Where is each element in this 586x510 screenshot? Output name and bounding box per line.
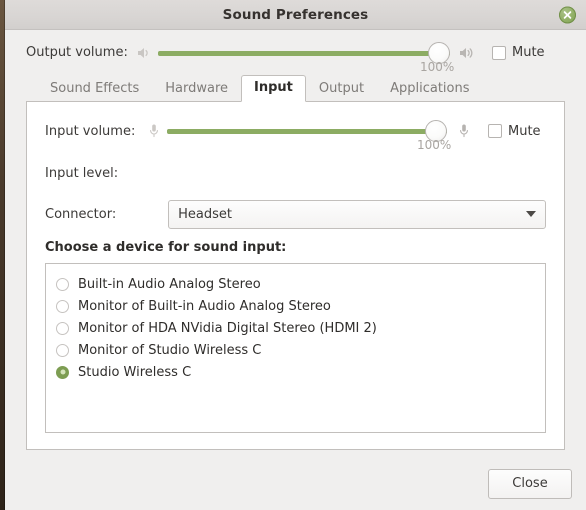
list-item[interactable]: Studio Wireless C xyxy=(46,361,545,383)
input-mute-checkbox[interactable]: Mute xyxy=(488,124,541,139)
list-item[interactable]: Monitor of Studio Wireless C xyxy=(46,339,545,361)
input-volume-label: Input volume: xyxy=(45,123,136,139)
window-title: Sound Preferences xyxy=(222,6,369,23)
device-radio-selected[interactable] xyxy=(56,365,69,379)
device-label: Studio Wireless C xyxy=(78,364,192,380)
device-list[interactable]: Built-in Audio Analog Stereo Monitor of … xyxy=(45,263,546,433)
window-content: Output volume: 100% Mute Sound Effects H… xyxy=(5,30,586,450)
sound-preferences-window: Sound Preferences Output volume: 100% Mu… xyxy=(5,0,586,510)
device-label: Built-in Audio Analog Stereo xyxy=(78,276,261,292)
close-button[interactable]: Close xyxy=(488,468,572,499)
output-mute-checkbox[interactable]: Mute xyxy=(492,45,545,60)
close-window-icon[interactable] xyxy=(559,6,576,23)
dialog-footer: Close xyxy=(5,457,586,510)
input-mute-checkbox-box[interactable] xyxy=(488,124,502,138)
device-radio[interactable] xyxy=(56,277,69,291)
microphone-high-icon xyxy=(453,123,475,139)
device-radio[interactable] xyxy=(56,321,69,335)
input-tab-panel: Input volume: 100% Mute Input level: Con… xyxy=(26,101,565,450)
list-item[interactable]: Monitor of HDA NVidia Digital Stereo (HD… xyxy=(46,317,545,339)
list-item[interactable]: Built-in Audio Analog Stereo xyxy=(46,273,545,295)
input-volume-percent: 100% xyxy=(417,138,452,152)
list-item[interactable]: Monitor of Built-in Audio Analog Stereo xyxy=(46,295,545,317)
tab-hardware[interactable]: Hardware xyxy=(152,76,241,102)
tab-bar: Sound Effects Hardware Input Output Appl… xyxy=(19,75,572,102)
output-volume-slider[interactable]: 100% xyxy=(158,38,454,74)
device-label: Monitor of Studio Wireless C xyxy=(78,342,262,358)
connector-label: Connector: xyxy=(45,206,117,222)
microphone-low-icon xyxy=(143,123,165,139)
tab-output[interactable]: Output xyxy=(306,76,377,102)
device-radio[interactable] xyxy=(56,343,69,357)
connector-selected-value: Headset xyxy=(178,206,232,222)
speaker-low-icon xyxy=(133,46,155,60)
input-level-label: Input level: xyxy=(45,165,119,181)
tab-applications[interactable]: Applications xyxy=(377,76,482,102)
input-mute-label: Mute xyxy=(508,123,541,139)
device-list-heading: Choose a device for sound input: xyxy=(45,240,287,255)
device-label: Monitor of Built-in Audio Analog Stereo xyxy=(78,298,331,314)
output-mute-checkbox-box[interactable] xyxy=(492,45,506,60)
device-radio[interactable] xyxy=(56,299,69,313)
tab-input[interactable]: Input xyxy=(241,75,306,102)
device-label: Monitor of HDA NVidia Digital Stereo (HD… xyxy=(78,320,377,336)
input-slider-fill xyxy=(167,129,447,134)
input-volume-row: Input volume: 100% Mute xyxy=(45,102,546,154)
speaker-high-icon xyxy=(456,46,478,60)
connector-row: Connector: Headset xyxy=(45,192,546,236)
tab-sound-effects[interactable]: Sound Effects xyxy=(37,76,152,102)
output-volume-row: Output volume: 100% Mute xyxy=(19,30,572,75)
input-level-row: Input level: xyxy=(45,154,546,192)
output-volume-percent: 100% xyxy=(420,59,455,74)
chevron-down-icon[interactable] xyxy=(526,211,536,217)
window-titlebar: Sound Preferences xyxy=(5,0,586,30)
output-mute-label: Mute xyxy=(512,45,545,60)
output-slider-fill xyxy=(158,50,450,56)
connector-select[interactable]: Headset xyxy=(168,199,546,229)
input-volume-slider[interactable]: 100% xyxy=(167,116,451,152)
output-volume-label: Output volume: xyxy=(26,45,128,60)
